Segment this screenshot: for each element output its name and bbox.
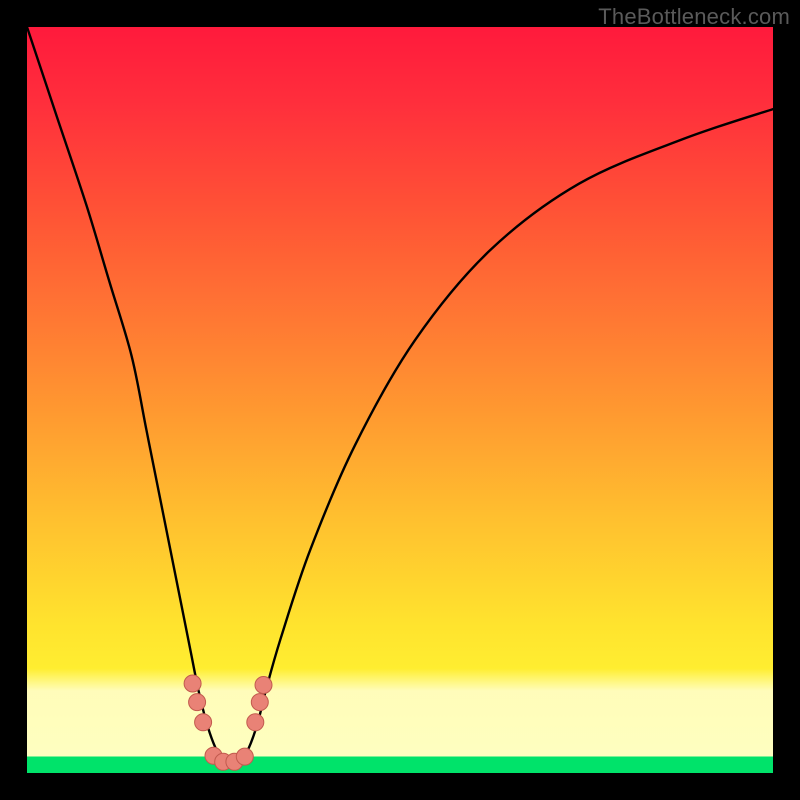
bottleneck-curve — [27, 27, 773, 766]
curve-marker — [247, 714, 264, 731]
curve-layer — [27, 27, 773, 773]
curve-marker — [251, 694, 268, 711]
chart-frame: TheBottleneck.com — [0, 0, 800, 800]
curve-marker — [195, 714, 212, 731]
plot-area — [27, 27, 773, 773]
curve-marker — [236, 748, 253, 765]
curve-marker — [184, 675, 201, 692]
curve-marker — [189, 694, 206, 711]
curve-markers — [184, 675, 272, 770]
curve-marker — [255, 677, 272, 694]
